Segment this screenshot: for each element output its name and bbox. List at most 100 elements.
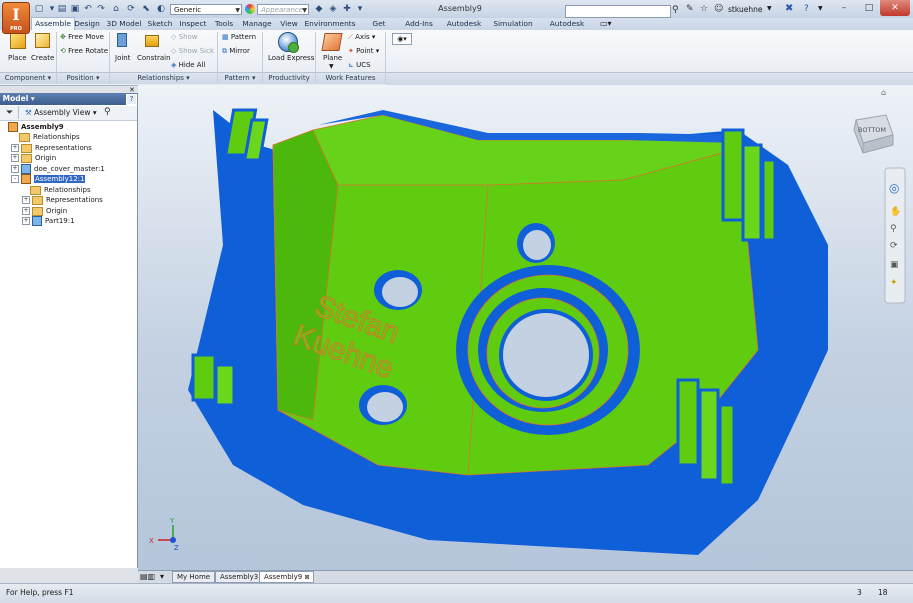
tree-item-representations[interactable]: + Representations [11,143,92,154]
graphics-viewport[interactable]: Stefan Kuehne BOTTOM ⌂ ◎ ✋ ⚲ ⟳ ▣ ✦ Y X Z [138,85,913,570]
joint-button[interactable] [115,33,129,49]
doc-tab-close-icon[interactable]: ⊠ [304,574,309,581]
ribbon-options-icon[interactable]: ▭▾ [600,19,612,28]
redo-icon[interactable]: ↷ [95,3,107,15]
create-button[interactable] [33,33,51,51]
look-at-icon[interactable]: ▣ [890,260,899,270]
customize-qat-icon[interactable]: ▾ [354,3,366,15]
search-input[interactable] [565,5,671,18]
highlight-icon[interactable]: ✦ [890,278,898,288]
tab-autodesk-nastran[interactable]: Autodesk Nastran [537,18,597,40]
point-button[interactable]: ✦ Point ▾ [348,47,379,55]
expand-icon[interactable]: + [22,196,30,204]
binoculars-icon[interactable]: ⚲ [672,5,679,15]
open-icon[interactable]: ▤ [56,3,68,15]
panel-title-pattern[interactable]: Pattern ▾ [218,72,262,84]
tab-get-started[interactable]: Get Started [358,18,400,40]
orbit-icon[interactable]: ⟳ [890,241,898,251]
application-menu-button[interactable]: I PRO [2,2,30,34]
browser-header[interactable]: Model ▾ [0,93,137,105]
color-icon[interactable]: ◐ [155,3,167,15]
panel-title-position[interactable]: Position ▾ [57,72,109,84]
tree-item-origin-sub[interactable]: + Origin [22,206,67,217]
close-button[interactable]: ✕ [880,0,910,16]
ribbon-extra-dropdown[interactable]: ◉▾ [392,33,412,45]
panel-title-component[interactable]: Component ▾ [0,72,56,84]
help-icon[interactable]: ? [804,4,809,14]
tab-manage[interactable]: Manage [240,18,274,30]
doc-tab-assembly9[interactable]: Assembly9 ⊠ [259,571,315,583]
favorites-icon[interactable]: ☆ [700,4,708,14]
tab-3d-model[interactable]: 3D Model [104,18,144,30]
tree-item-part19[interactable]: + Part19:1 [22,216,75,227]
username-label[interactable]: stkuehne [728,5,762,14]
expand-icon[interactable]: + [22,217,30,225]
doc-tab-assembly3[interactable]: Assembly3 [215,571,264,583]
pattern-button[interactable]: ▦ Pattern [222,33,256,41]
doc-tab-my-home[interactable]: My Home [172,571,216,583]
tab-sketch[interactable]: Sketch [145,18,175,30]
minimize-button[interactable]: – [830,0,858,16]
tab-environments[interactable]: Environments [304,18,356,30]
user-dropdown-icon[interactable]: ▼ [767,5,772,12]
axis-button[interactable]: ⟋ Axis ▾ [348,33,375,42]
tree-item-origin[interactable]: + Origin [11,153,56,164]
tree-item-representations-sub[interactable]: + Representations [22,195,103,206]
tab-assemble[interactable]: Assemble [31,17,75,31]
show-button[interactable]: ◇ Show [171,33,198,41]
tree-item-doe-cover-master[interactable]: + doe_cover_master:1 [11,164,105,175]
expand-icon[interactable]: + [11,144,19,152]
tab-simulation[interactable]: Simulation [492,18,534,30]
expand-icon[interactable]: + [11,154,19,162]
appearance-combo[interactable]: Appearance ▼ [257,4,309,15]
mirror-button[interactable]: ⧉ Mirror [222,47,250,56]
filter-icon[interactable]: ⏷ [6,108,13,118]
tab-add-ins[interactable]: Add-Ins [403,18,435,30]
zoom-icon[interactable]: ⚲ [890,224,897,234]
tree-item-relationships-sub[interactable]: Relationships [22,185,91,196]
add-icon[interactable]: ✚ [341,3,353,15]
home-icon[interactable]: ⌂ [110,3,122,15]
tab-autodesk-360[interactable]: Autodesk 360 [439,18,489,40]
tab-tools[interactable]: Tools [211,18,237,30]
material-combo[interactable]: Generic ▼ [170,4,242,15]
update-icon[interactable]: ⟳ [125,3,137,15]
exchange-icon[interactable]: ✖ [785,3,793,14]
tree-item-relationships[interactable]: Relationships [11,132,80,143]
ucs-button[interactable]: ⊾ UCS [348,61,371,69]
place-button[interactable] [8,33,28,51]
tab-design[interactable]: Design [73,18,101,30]
collapse-icon[interactable]: - [11,175,19,183]
constrain-button[interactable] [143,33,161,49]
expand-icon[interactable]: + [22,207,30,215]
find-binoculars-icon[interactable]: ⚲ [104,107,111,117]
browser-help-icon[interactable]: ? [126,94,137,105]
save-icon[interactable]: ▣ [69,3,81,15]
help-dropdown-icon[interactable]: ▼ [818,5,823,12]
plane-dropdown-icon[interactable]: ▼ [329,63,334,70]
show-sick-button[interactable]: ◇ Show Sick [171,47,214,55]
panel-title-relationships[interactable]: Relationships ▾ [110,72,217,84]
tab-inspect[interactable]: Inspect [177,18,209,30]
expand-icon[interactable]: + [11,165,19,173]
free-rotate-button[interactable]: ⟲ Free Rotate [60,47,108,55]
tree-item-assembly9[interactable]: Assembly9 [8,122,64,133]
document-list-icon[interactable]: ▾ [160,572,164,581]
key-icon[interactable]: ✎ [686,4,694,14]
assembly-view-dropdown[interactable]: ⚒ Assembly View ▾ [25,108,97,117]
load-express-button[interactable]: Load Express [268,54,314,62]
tile-windows-icon[interactable]: ▤▥ [140,572,155,581]
hide-all-button[interactable]: ◈ Hide All [171,61,206,69]
clear-icon[interactable]: ◈ [327,3,339,15]
viewcube[interactable]: BOTTOM [853,114,894,154]
free-move-button[interactable]: ✥ Free Move [60,33,104,41]
plane-button[interactable]: Plane [323,54,342,62]
viewcube-home-icon[interactable]: ⌂ [881,88,886,97]
measure-icon[interactable]: ◆ [313,3,325,15]
tree-item-assembly12[interactable]: - Assembly12:1 [11,174,86,185]
new-icon[interactable]: ▢ [33,3,45,15]
select-icon[interactable]: ⬉ [140,3,152,15]
undo-icon[interactable]: ↶ [82,3,94,15]
tab-view[interactable]: View [277,18,301,30]
steering-wheel-icon[interactable]: ◎ [889,181,899,195]
